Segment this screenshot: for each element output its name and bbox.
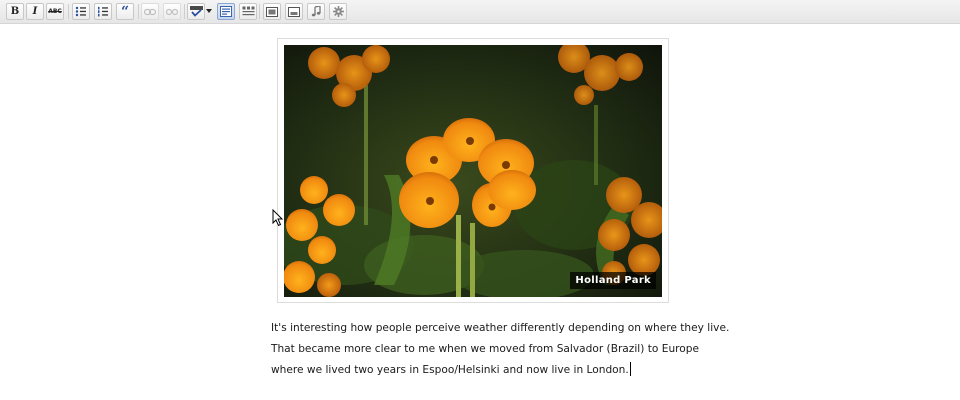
image-caption: Holland Park: [570, 272, 656, 289]
toolbar-separator: [68, 4, 69, 19]
bullet-list-icon: [75, 6, 86, 17]
paragraph-line-text: where we lived two years in Espoo/Helsin…: [271, 364, 629, 376]
image-frame[interactable]: Holland Park: [277, 38, 669, 303]
kitchen-sink-button[interactable]: [239, 3, 257, 20]
mouse-pointer-icon: [272, 209, 284, 227]
spellcheck-dropdown-icon[interactable]: [206, 9, 212, 13]
music-note-icon: [311, 6, 321, 17]
toolbar-separator: [138, 4, 139, 19]
flower-photo[interactable]: Holland Park: [284, 45, 662, 297]
numbered-list-icon: [98, 6, 108, 17]
paragraph-line: where we lived two years in Espoo/Helsin…: [271, 360, 701, 381]
paragraph-line: It's interesting how people perceive wea…: [271, 322, 730, 334]
add-image-button[interactable]: [263, 3, 281, 20]
strikethrough-button[interactable]: ABC: [46, 3, 64, 20]
align-button[interactable]: [217, 3, 235, 20]
italic-button[interactable]: I: [26, 3, 44, 20]
editor-content[interactable]: It's interesting how people perceive wea…: [271, 318, 730, 381]
spellcheck-button[interactable]: [187, 3, 205, 20]
gear-icon: [332, 6, 344, 17]
unlink-icon: [166, 8, 178, 15]
unlink-button[interactable]: [163, 3, 181, 20]
video-icon: [288, 6, 300, 17]
link-icon: [144, 8, 156, 15]
align-icon: [220, 6, 232, 17]
bold-label: B: [10, 5, 20, 17]
numbered-list-button[interactable]: [94, 3, 112, 20]
add-media-button[interactable]: [329, 3, 347, 20]
spellcheck-icon: [189, 6, 203, 17]
add-video-button[interactable]: [285, 3, 303, 20]
toolbar-separator: [259, 4, 260, 19]
blockquote-label: “: [120, 3, 130, 20]
add-audio-button[interactable]: [307, 3, 325, 20]
editor-toolbar: B I ABC “: [0, 0, 960, 24]
strikethrough-label: ABC: [48, 7, 62, 15]
blockquote-button[interactable]: “: [116, 3, 134, 20]
image-icon: [266, 6, 278, 17]
toolbar-separator: [184, 4, 185, 19]
italic-label: I: [32, 5, 38, 17]
flower-image: [284, 45, 662, 297]
bullet-list-button[interactable]: [72, 3, 90, 20]
link-button[interactable]: [141, 3, 159, 20]
kitchen-sink-icon: [242, 6, 254, 16]
bold-button[interactable]: B: [6, 3, 24, 20]
text-caret: [629, 362, 631, 376]
paragraph-line: That became more clear to me when we mov…: [271, 343, 700, 355]
